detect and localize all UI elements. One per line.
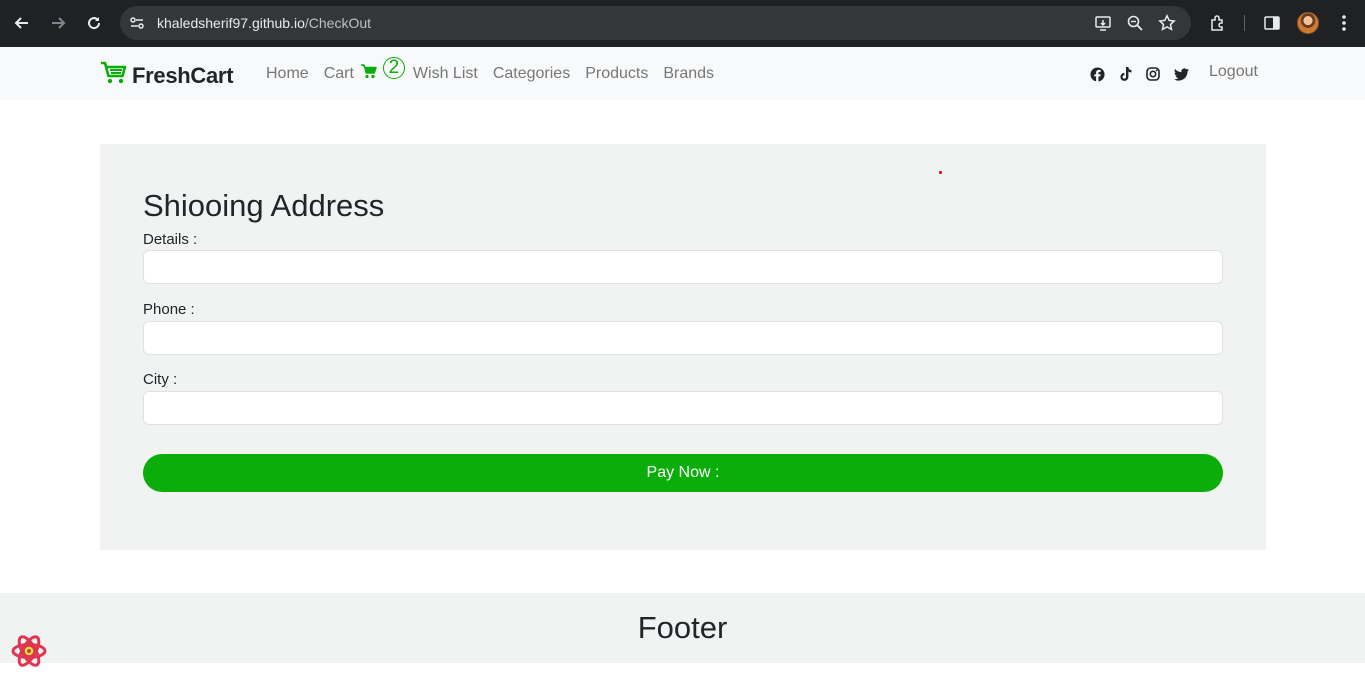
decorative-dot: [939, 171, 942, 174]
city-label: City :: [143, 371, 178, 388]
brand-name: FreshCart: [132, 62, 234, 88]
more-menu-icon[interactable]: [1334, 13, 1354, 33]
nav-home[interactable]: Home: [266, 65, 309, 83]
twitter-icon[interactable]: [1173, 66, 1189, 82]
forward-icon[interactable]: [47, 12, 69, 34]
profile-avatar[interactable]: [1297, 12, 1319, 34]
shipping-address-card: Shiooing Address Details : Phone : City …: [100, 144, 1266, 550]
logout-link[interactable]: Logout: [1209, 63, 1258, 81]
install-app-icon[interactable]: [1093, 13, 1113, 33]
social-links: [1089, 66, 1201, 82]
facebook-icon[interactable]: [1089, 66, 1105, 82]
nav-categories[interactable]: Categories: [493, 65, 570, 83]
cart-icon[interactable]: [360, 64, 377, 84]
url-host: khaledsherif97.github.io: [157, 15, 305, 31]
toolbar-separator: [1244, 15, 1245, 31]
form-title: Shiooing Address: [143, 188, 385, 223]
brand-link[interactable]: FreshCart: [100, 61, 234, 90]
nav-wish-list[interactable]: Wish List: [413, 65, 478, 83]
footer-title: Footer: [637, 610, 728, 645]
nav-cart-label[interactable]: Cart: [324, 65, 354, 83]
browser-toolbar: khaledsherif97.github.io/CheckOut: [0, 0, 1365, 47]
url-path: /CheckOut: [304, 15, 372, 31]
url-text: khaledsherif97.github.io/CheckOut: [157, 15, 371, 31]
footer: Footer: [0, 593, 1365, 663]
cart-count-badge: 2: [382, 57, 405, 79]
back-icon[interactable]: [11, 12, 33, 34]
site-settings-icon[interactable]: [128, 14, 146, 32]
reload-icon[interactable]: [83, 12, 105, 34]
nav-products[interactable]: Products: [585, 65, 648, 83]
pay-now-button[interactable]: Pay Now :: [143, 454, 1223, 492]
nav-cart[interactable]: Cart 2: [324, 57, 405, 85]
city-input[interactable]: [143, 391, 1223, 425]
site-navbar: FreshCart Home Cart 2 Wish List Categori…: [0, 47, 1365, 100]
instagram-icon[interactable]: [1145, 66, 1161, 82]
tiktok-icon[interactable]: [1117, 66, 1133, 82]
extensions-icon[interactable]: [1208, 13, 1228, 33]
main-nav: Home Cart 2 Wish List Categories Product…: [266, 57, 729, 85]
details-label: Details :: [143, 231, 198, 248]
side-panel-icon[interactable]: [1262, 13, 1282, 33]
nav-brands[interactable]: Brands: [663, 65, 714, 83]
cart-logo-icon: [100, 61, 128, 90]
details-input[interactable]: [143, 250, 1223, 284]
react-devtools-icon[interactable]: [10, 632, 48, 670]
phone-input[interactable]: [143, 321, 1223, 355]
bookmark-star-icon[interactable]: [1157, 13, 1177, 33]
phone-label: Phone :: [143, 301, 195, 318]
address-bar[interactable]: khaledsherif97.github.io/CheckOut: [120, 6, 1191, 40]
zoom-icon[interactable]: [1125, 13, 1145, 33]
